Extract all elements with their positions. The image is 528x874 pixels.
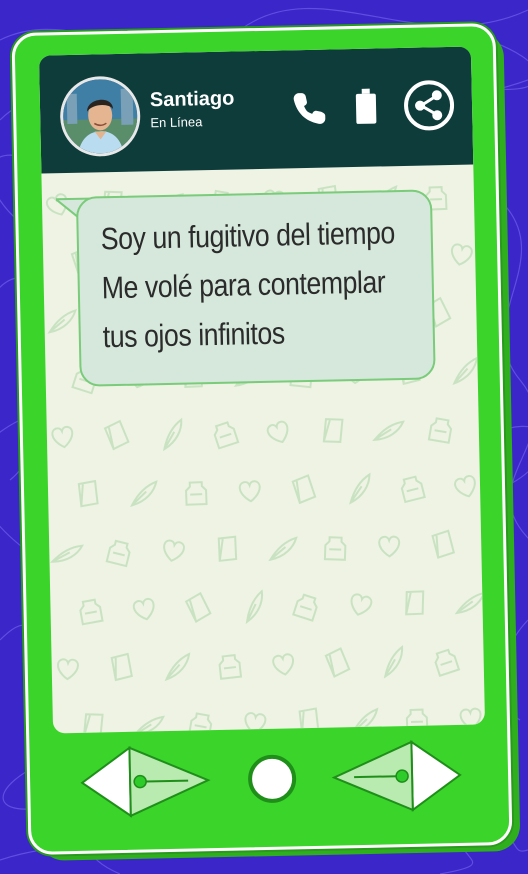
wallpaper-doodle bbox=[434, 648, 461, 677]
message-line: Me volé para contemplar bbox=[101, 264, 386, 306]
wallpaper-doodle bbox=[272, 653, 295, 676]
wallpaper-doodle bbox=[372, 420, 405, 441]
share-icon[interactable] bbox=[401, 78, 456, 133]
phone-frame: Santiago En Línea Soy un fugitivo del ti… bbox=[11, 23, 513, 855]
wallpaper-doodle bbox=[164, 652, 191, 682]
phone-controls bbox=[80, 740, 462, 818]
wallpaper-doodle bbox=[56, 658, 79, 681]
wallpaper-doodle bbox=[484, 417, 486, 440]
wallpaper-doodle bbox=[82, 713, 104, 734]
wallpaper-doodle bbox=[130, 480, 158, 507]
wallpaper-doodle bbox=[268, 536, 298, 562]
wallpaper-doodle bbox=[427, 417, 453, 444]
wallpaper-doodle bbox=[266, 420, 289, 444]
wallpaper-doodle bbox=[187, 712, 213, 734]
wallpaper-doodle bbox=[324, 647, 351, 678]
wallpaper-doodle bbox=[478, 185, 486, 208]
avatar-portrait-icon bbox=[62, 78, 138, 155]
wallpaper-doodle bbox=[51, 425, 74, 449]
message-text: Soy un fugitivo del tiempo Me volé para … bbox=[100, 208, 396, 361]
wallpaper-doodle bbox=[405, 590, 425, 616]
wallpaper-doodle bbox=[217, 535, 238, 562]
wallpaper-doodle bbox=[291, 474, 317, 505]
wallpaper-doodle bbox=[452, 356, 479, 385]
contact-status: En Línea bbox=[150, 114, 203, 131]
chat-screen: Santiago En Línea Soy un fugitivo del ti… bbox=[38, 46, 486, 734]
home-circle-icon[interactable] bbox=[248, 754, 297, 803]
wallpaper-doodle bbox=[218, 654, 243, 680]
contact-name: Santiago bbox=[149, 87, 235, 112]
wallpaper-doodle bbox=[103, 419, 130, 451]
wallpaper-doodle bbox=[213, 421, 240, 450]
wallpaper-doodle bbox=[400, 475, 426, 504]
phone-icon[interactable] bbox=[290, 90, 329, 129]
wallpaper-doodle bbox=[184, 591, 212, 623]
wallpaper-doodle bbox=[349, 472, 371, 505]
wallpaper-doodle bbox=[163, 539, 185, 562]
avatar[interactable] bbox=[59, 75, 142, 158]
wallpaper-doodle bbox=[323, 536, 347, 561]
wallpaper-doodle bbox=[479, 296, 485, 327]
wallpaper-doodle bbox=[450, 243, 473, 266]
arrow-left-icon[interactable] bbox=[80, 745, 211, 818]
wallpaper-doodle bbox=[110, 652, 133, 682]
chat-header: Santiago En Línea bbox=[38, 46, 474, 174]
wallpaper-doodle bbox=[185, 481, 208, 506]
message-line: Soy un fugitivo del tiempo bbox=[100, 215, 396, 257]
wallpaper-doodle bbox=[431, 529, 456, 559]
wallpaper-doodle bbox=[238, 480, 261, 503]
message-line: tus ojos infinitos bbox=[102, 315, 286, 355]
wallpaper-doodle bbox=[292, 593, 318, 622]
wallpaper-doodle bbox=[132, 597, 155, 621]
wallpaper-doodle bbox=[77, 479, 99, 508]
wallpaper-doodle bbox=[245, 589, 264, 624]
wallpaper-doodle bbox=[454, 474, 476, 498]
arrow-right-icon[interactable] bbox=[331, 740, 462, 812]
wallpaper-doodle bbox=[454, 591, 486, 615]
wallpaper-doodle bbox=[50, 544, 84, 563]
battery-icon bbox=[355, 88, 377, 124]
wallpaper-doodle bbox=[105, 539, 131, 568]
wallpaper-doodle bbox=[132, 715, 165, 734]
wallpaper-doodle bbox=[162, 417, 183, 452]
wallpaper-doodle bbox=[322, 418, 344, 443]
wallpaper-doodle bbox=[383, 645, 404, 679]
wallpaper-doodle bbox=[350, 593, 373, 616]
wallpaper-doodle bbox=[79, 598, 104, 626]
wallpaper-doodle bbox=[378, 535, 401, 558]
wallpaper-doodle bbox=[47, 308, 77, 334]
